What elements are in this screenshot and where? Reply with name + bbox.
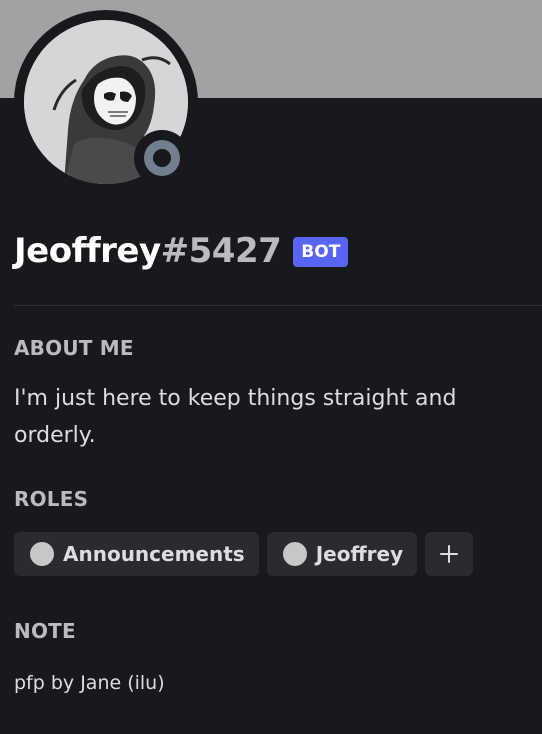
about-me-heading: ABOUT ME [14,336,134,360]
role-label: Jeoffrey [315,542,404,566]
name-row: Jeoffrey #5427 BOT [14,226,349,276]
roles-list: Announcements Jeoffrey [14,532,474,576]
roles-heading: ROLES [14,487,89,511]
plus-icon [440,545,459,563]
note-input[interactable]: pfp by Jane (ilu) [14,672,165,694]
offline-status-icon [144,140,180,176]
role-color-dot-icon[interactable] [30,542,54,566]
bot-badge: BOT [293,237,349,267]
role-jeoffrey[interactable]: Jeoffrey [266,532,418,576]
username: Jeoffrey [14,231,161,271]
section-divider [14,305,542,306]
add-role-button[interactable] [425,532,474,576]
status-indicator [134,130,190,186]
about-me-text: I'm just here to keep things straight an… [14,386,457,448]
role-label: Announcements [63,542,245,566]
role-announcements[interactable]: Announcements [14,532,259,576]
note-heading: NOTE [14,619,76,643]
avatar-container[interactable] [14,10,198,194]
discriminator: #5427 [160,231,282,271]
role-color-dot-icon[interactable] [282,542,307,566]
